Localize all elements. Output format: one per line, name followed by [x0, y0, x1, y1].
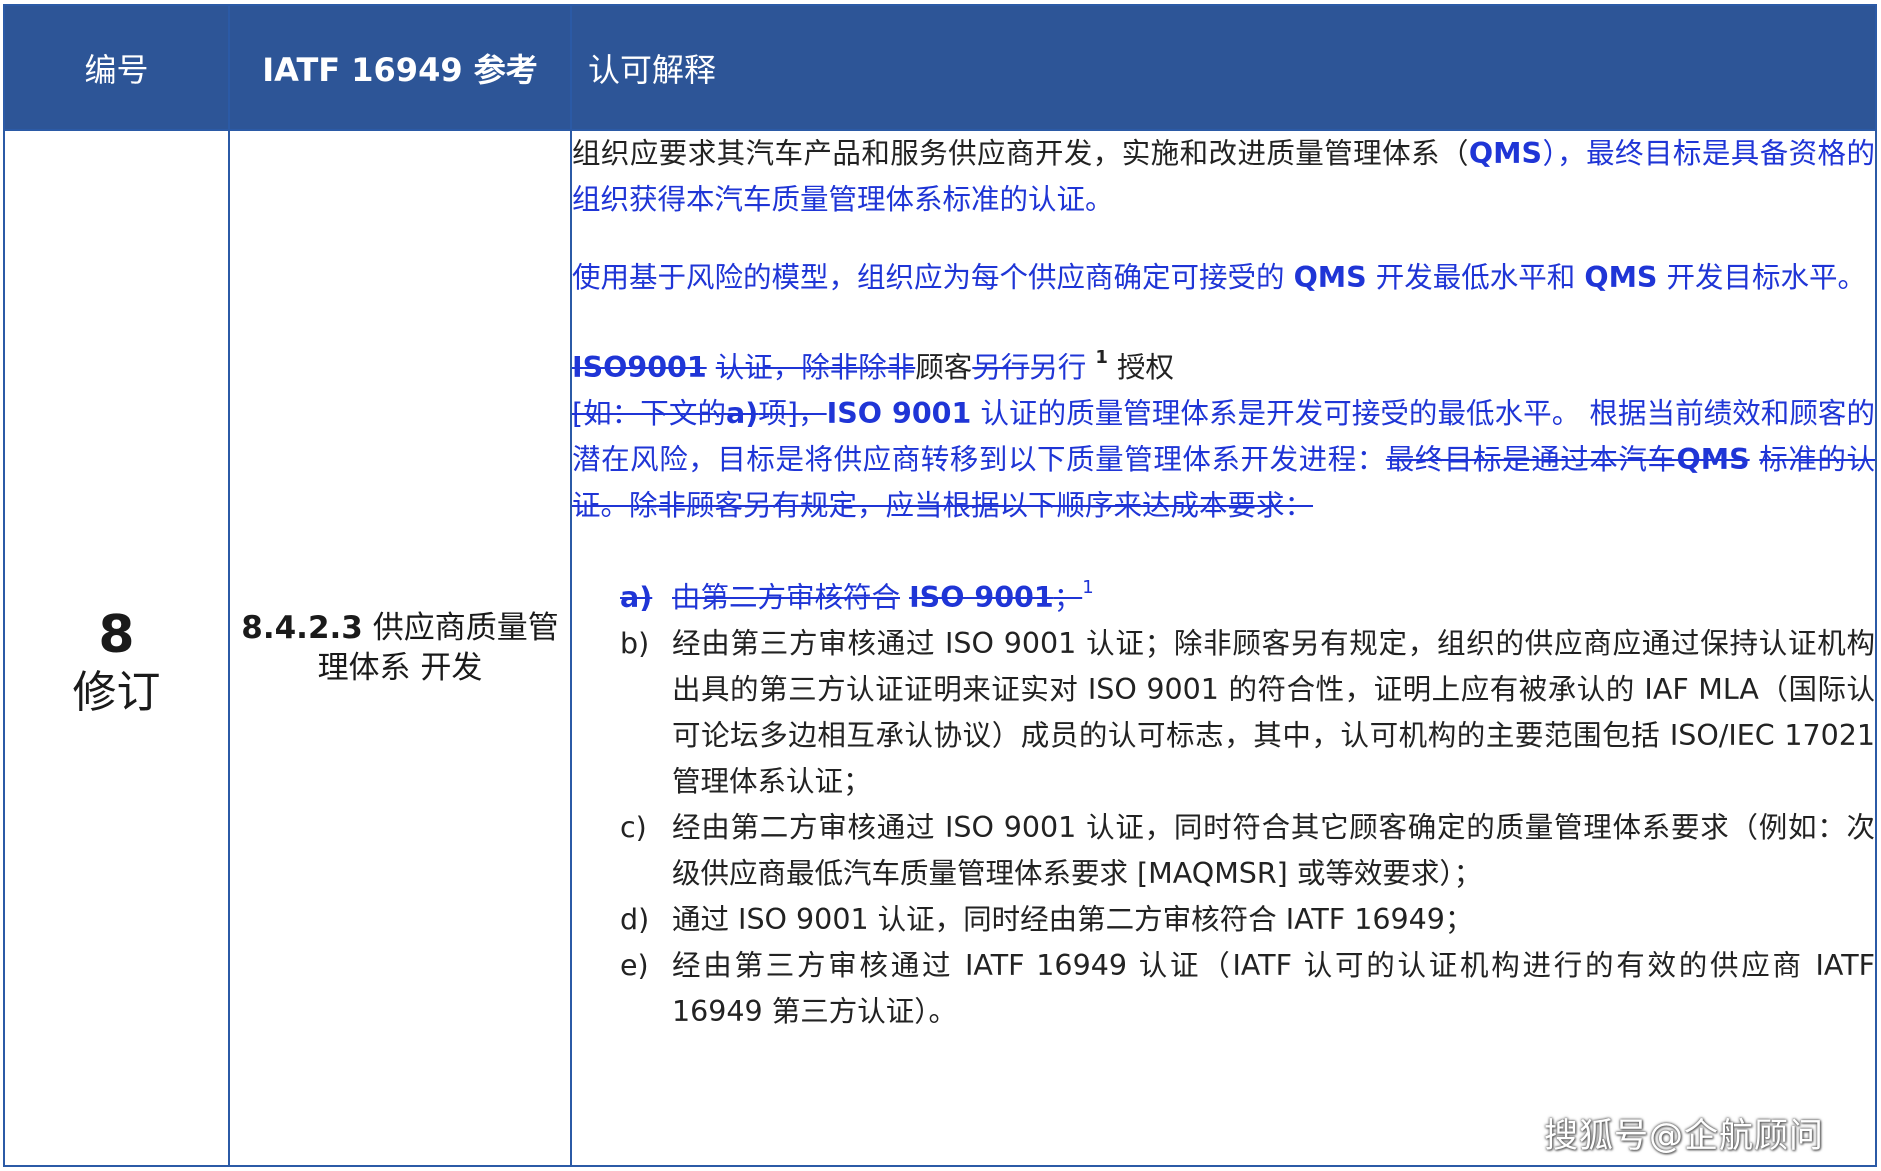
list-item: e) 经由第三方审核通过 IATF 16949 认证（IATF 认可的认证机构进行…: [620, 949, 1875, 1028]
revision-number-cell: 8 修订: [3, 129, 230, 1167]
header-interpretation: 认可解释: [570, 4, 1877, 131]
interpretation-cell: 组织应要求其汽车产品和服务供应商开发，实施和改进质量管理体系（QMS），最终目标…: [570, 129, 1877, 1167]
header-iatf-reference: IATF 16949 参考: [228, 4, 572, 131]
list-item: d) 通过 ISO 9001 认证，同时经由第二方审核符合 IATF 16949；: [620, 903, 1474, 936]
revision-label: 修订: [72, 667, 161, 718]
list-item: c) 经由第二方审核通过 ISO 9001 认证，同时符合其它顾客确定的质量管理体…: [620, 811, 1875, 890]
clause-number: 8.4.2.3: [241, 610, 363, 646]
paragraph-1: 组织应要求其汽车产品和服务供应商开发，实施和改进质量管理体系（QMS），最终目标…: [572, 137, 1875, 216]
watermark: 搜狐号@企航顾问: [1544, 1116, 1824, 1156]
table-header-row: 编号 IATF 16949 参考 认可解释: [3, 4, 1877, 131]
document-page: 编号 IATF 16949 参考 认可解释 8 修订 8.4.2.3 供应商质量…: [0, 0, 1881, 1171]
paragraph-4: [如：下文的a)项]，ISO 9001 认证的质量管理体系是开发可接受的最低水平…: [572, 397, 1875, 522]
header-number: 编号: [3, 4, 230, 131]
paragraph-2: 使用基于风险的模型，组织应为每个供应商确定可接受的 QMS 开发最低水平和 QM…: [572, 261, 1867, 294]
list-item: a) 由第二方审核符合 ISO 9001；1: [620, 577, 1094, 615]
reference-cell: 8.4.2.3 供应商质量管理体系 开发: [228, 129, 572, 1167]
progression-list: a) 由第二方审核符合 ISO 9001；1 b) 经由第三方审核通过 ISO 90…: [572, 575, 1875, 1035]
paragraph-3: ISO9001 认证，除非除非顾客另行另行 1 授权: [572, 347, 1174, 385]
list-item: b) 经由第三方审核通过 ISO 9001 认证；除非顾客另有规定，组织的供应商应…: [620, 627, 1875, 798]
revision-number: 8: [98, 605, 135, 665]
revision-table: 编号 IATF 16949 参考 认可解释 8 修订 8.4.2.3 供应商质量…: [3, 4, 1877, 1167]
table-row: 8 修订 8.4.2.3 供应商质量管理体系 开发 组织应要求其汽车产品和服务供…: [3, 129, 1877, 1167]
